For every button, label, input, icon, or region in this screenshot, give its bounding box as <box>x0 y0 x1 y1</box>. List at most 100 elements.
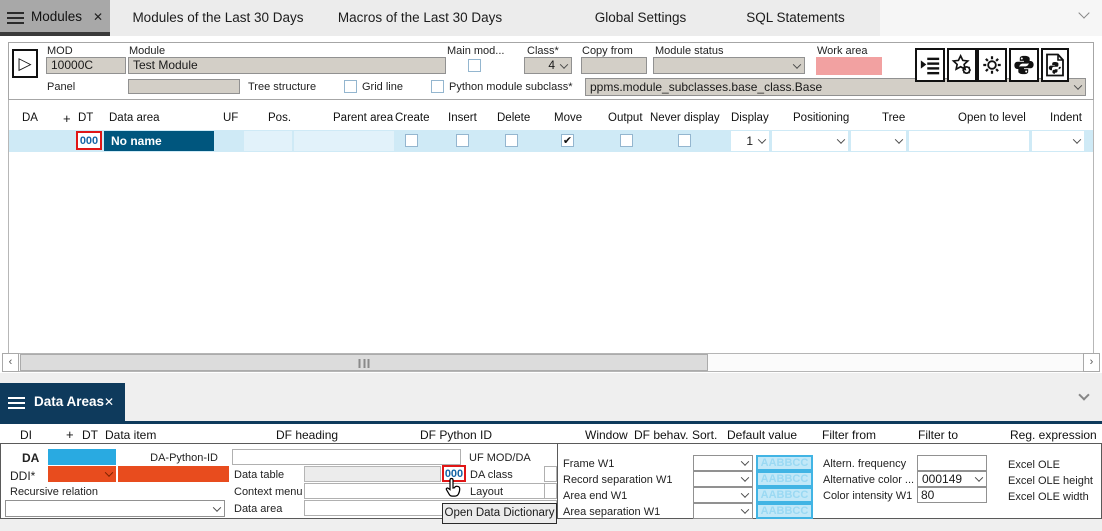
tab-modules-30-days[interactable]: Modules of the Last 30 Days <box>118 0 318 36</box>
uf-mod-da-label: UF MOD/DA <box>469 452 531 464</box>
record-separation-w1-dropdown[interactable] <box>693 471 753 487</box>
col-output: Output <box>608 112 643 124</box>
col-reg-expression: Reg. expression <box>1010 428 1097 442</box>
row-positioning-dropdown[interactable] <box>772 131 848 151</box>
class-dropdown[interactable]: 4 <box>524 57 572 74</box>
panel-section-divider <box>557 443 558 519</box>
mod-label: MOD <box>47 45 73 57</box>
main-mod-checkbox[interactable] <box>468 59 481 72</box>
panel-collapse-chevron-icon[interactable] <box>1080 386 1088 404</box>
python-subclass-checkbox[interactable] <box>431 80 444 93</box>
col-default-value: Default value <box>727 428 797 442</box>
altern-frequency-field[interactable] <box>917 455 987 471</box>
grid-line-checkbox[interactable] <box>344 80 357 93</box>
panel-gap <box>0 373 1102 421</box>
da-python-id-label: DA-Python-ID <box>150 452 218 464</box>
tab-close-icon[interactable]: ✕ <box>104 395 114 409</box>
settings-button[interactable] <box>977 48 1007 82</box>
tab-close-icon[interactable]: ✕ <box>93 10 103 24</box>
class-value: 4 <box>548 58 555 72</box>
recursive-relation-label: Recursive relation <box>10 486 98 498</box>
tab-macros-30-days[interactable]: Macros of the Last 30 Days <box>325 0 515 36</box>
data-area-label: Data area <box>234 503 282 515</box>
da-color-field[interactable] <box>48 449 116 465</box>
col-dt: DT <box>78 112 93 124</box>
row-output-checkbox[interactable] <box>620 134 633 147</box>
col-delete: Delete <box>497 112 530 124</box>
context-menu-field[interactable] <box>304 483 557 499</box>
tabbar-collapse-chevron-icon[interactable] <box>1080 4 1088 22</box>
alternative-color-value: 000149 <box>922 472 962 486</box>
excel-ole-label: Excel OLE <box>1008 459 1060 471</box>
row-dt-code[interactable]: 000 <box>76 131 102 150</box>
copy-from-field[interactable] <box>581 57 647 74</box>
record-separation-color-badge[interactable]: AABBCC <box>756 471 813 487</box>
alternative-color-dropdown[interactable]: 000149 <box>917 471 987 487</box>
row-data-area-name[interactable]: No name <box>104 131 214 151</box>
data-table-label: Data table <box>234 469 284 481</box>
python-file-icon <box>1045 53 1065 77</box>
row-display-dropdown[interactable]: 1 <box>731 131 769 151</box>
da-class-field[interactable] <box>544 466 557 482</box>
app-window: Modules ✕ Modules of the Last 30 Days Ma… <box>0 0 1102 531</box>
ddi-label: DDI* <box>10 469 35 483</box>
ddi-dropdown[interactable] <box>48 466 116 482</box>
row-display-value: 1 <box>746 134 753 148</box>
area-separation-w1-dropdown[interactable] <box>693 503 753 519</box>
altern-frequency-label: Altern. frequency <box>823 458 906 470</box>
area-end-w1-dropdown[interactable] <box>693 487 753 503</box>
row-never-display-checkbox[interactable] <box>678 134 691 147</box>
tab-sql-statements[interactable]: SQL Statements <box>728 0 863 36</box>
panel-field[interactable] <box>128 79 240 94</box>
da-label: DA <box>22 451 39 465</box>
area-end-color-badge[interactable]: AABBCC <box>756 487 813 503</box>
python-file-button[interactable] <box>1041 48 1069 82</box>
add-dt-button[interactable]: + <box>63 111 71 126</box>
data-table-field[interactable] <box>304 466 441 482</box>
module-status-dropdown[interactable] <box>653 57 805 74</box>
mod-field[interactable]: 10000C <box>46 57 126 74</box>
recursive-relation-dropdown[interactable] <box>5 500 225 517</box>
ddi-field[interactable] <box>118 466 229 482</box>
row-pos-cell[interactable] <box>244 131 292 151</box>
tab-modules-label: Modules <box>31 9 82 24</box>
hscroll-right-button[interactable]: › <box>1083 353 1100 372</box>
col-parent-area: Parent area <box>333 112 393 124</box>
row-open-to-level-field[interactable] <box>909 131 1029 151</box>
run-list-button[interactable] <box>915 48 945 82</box>
frame-w1-color-badge[interactable]: AABBCC <box>756 455 813 471</box>
hamburger-icon[interactable] <box>7 11 24 29</box>
add-dt-button-bottom[interactable]: + <box>66 427 74 442</box>
area-separation-color-badge[interactable]: AABBCC <box>756 503 813 519</box>
color-intensity-w1-field[interactable]: 80 <box>917 487 987 503</box>
copy-from-label: Copy from <box>582 45 633 57</box>
excel-ole-width-label: Excel OLE width <box>1008 491 1089 503</box>
module-variants-button[interactable] <box>947 48 977 82</box>
tab-global-settings[interactable]: Global Settings <box>578 0 703 36</box>
panel-body-left-border <box>0 443 1 519</box>
run-module-button[interactable]: ▷ <box>12 49 38 78</box>
class-label: Class* <box>527 45 559 57</box>
hand-cursor <box>444 477 464 501</box>
row-insert-checkbox[interactable] <box>456 134 469 147</box>
row-tree-dropdown[interactable] <box>851 131 906 151</box>
row-create-checkbox[interactable] <box>405 134 418 147</box>
module-field[interactable]: Test Module <box>128 57 446 74</box>
layout-field[interactable] <box>544 483 557 499</box>
row-indent-dropdown[interactable] <box>1032 131 1084 151</box>
row-delete-checkbox[interactable] <box>505 134 518 147</box>
frame-w1-dropdown[interactable] <box>693 455 753 471</box>
tab-data-areas[interactable]: Data Areas ✕ <box>0 383 125 421</box>
star-gear-icon <box>951 54 973 76</box>
work-area-field[interactable] <box>816 57 882 75</box>
tab-modules[interactable]: Modules ✕ <box>0 0 110 36</box>
row-move-checkbox[interactable]: ✔ <box>561 134 574 147</box>
tab-bar-right-area <box>880 0 1102 36</box>
hamburger-icon[interactable] <box>8 396 25 414</box>
python-button[interactable] <box>1009 48 1039 82</box>
da-python-id-field[interactable] <box>232 449 461 465</box>
tooltip: Open Data Dictionary <box>442 503 557 524</box>
hscroll-thumb[interactable] <box>20 354 708 371</box>
row-parent-area-cell[interactable] <box>294 131 394 151</box>
hscroll-left-button[interactable]: ‹ <box>2 353 19 372</box>
